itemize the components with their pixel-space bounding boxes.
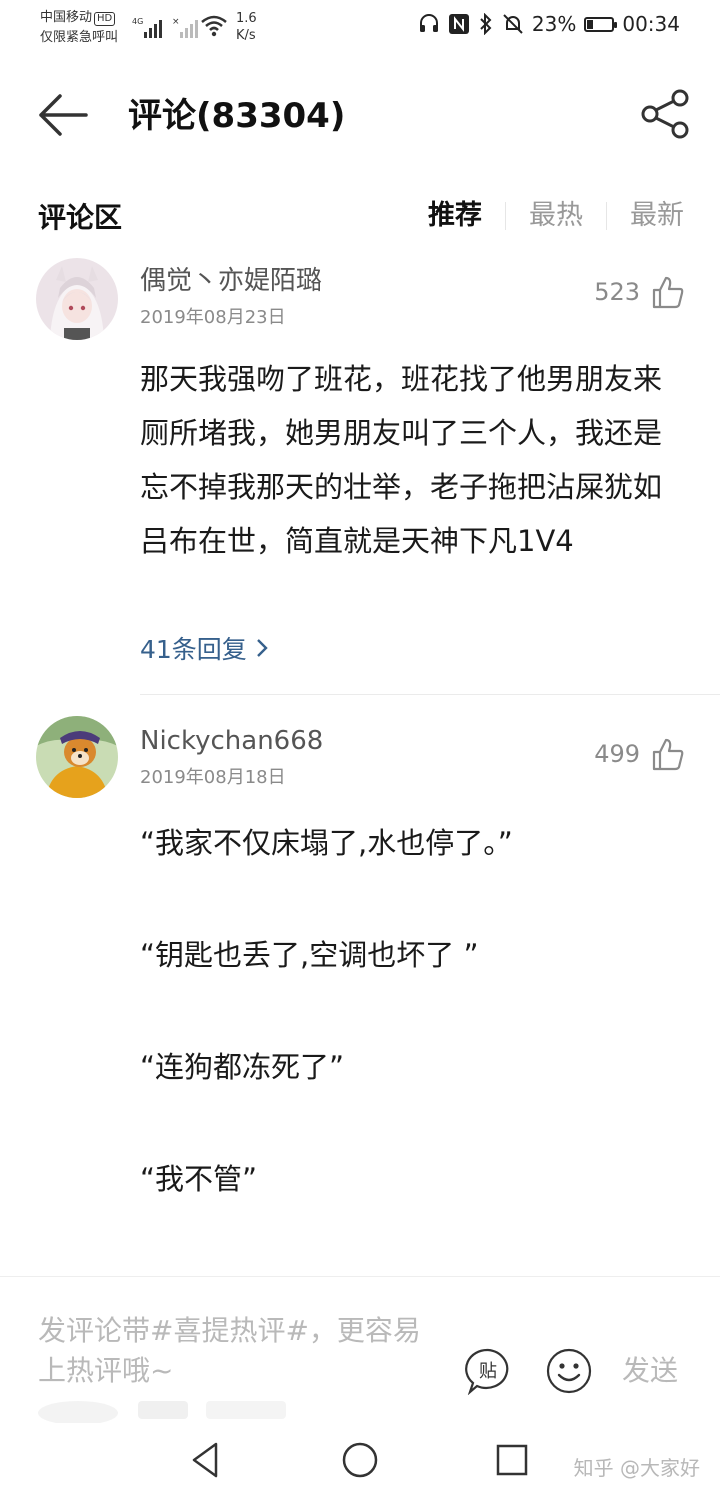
nav-back-button[interactable] (184, 1438, 228, 1482)
comment-author[interactable]: 偶觉丶亦媞陌璐 (140, 264, 322, 298)
tab-recommended[interactable]: 推荐 (428, 196, 482, 236)
bluetooth-icon (480, 13, 492, 35)
reply-count: 41条回复 (140, 635, 247, 664)
emoji-button[interactable] (545, 1347, 593, 1395)
top-app-bar: 评论(83304) (0, 70, 720, 160)
status-bar: 中国移动 HD 仅限紧急呼叫 4G × 1.6 K/s 23% 00:34 (0, 0, 720, 60)
signal-icon: 4G (132, 17, 162, 38)
nav-home-button[interactable] (338, 1438, 382, 1482)
tab-divider (505, 202, 506, 230)
headset-icon (419, 14, 438, 32)
section-title: 评论区 (38, 201, 123, 234)
sort-tabs: 推荐 最热 最新 (428, 196, 684, 236)
home-circle-icon (342, 1442, 378, 1478)
svg-text:贴: 贴 (479, 1361, 497, 1382)
comment-paragraph: “连狗都冻死了” (140, 1050, 345, 1084)
watermark: 知乎 @大家好 (573, 1456, 700, 1480)
nav-recents-button[interactable] (490, 1438, 534, 1482)
mute-bell-icon (503, 14, 523, 34)
comment-text: 那天我强吻了班花，班花找了他男朋友来厕所堵我，她男朋友叫了三个人，我还是忘不掉我… (140, 362, 663, 558)
sticker-icon: 贴 (465, 1348, 509, 1396)
net-speed: 1.6 K/s (236, 11, 257, 43)
sticker-button[interactable]: 贴 (464, 1347, 512, 1396)
like-button[interactable]: 499 (594, 736, 686, 772)
tab-divider (606, 202, 607, 230)
clock: 00:34 (622, 12, 680, 36)
comment-date: 2019年08月23日 (140, 307, 286, 328)
page-title: 评论(83304) (128, 96, 346, 136)
emoji-icon (546, 1348, 592, 1394)
system-nav-bar: 知乎 @大家好 (0, 1426, 720, 1496)
back-triangle-icon (192, 1442, 218, 1478)
comment-input-bar: 发评论带#喜提热评#，更容易上热评哦~ 贴 发送 (0, 1276, 720, 1427)
anime-avatar-image (36, 258, 118, 340)
thumbs-up-icon (652, 738, 684, 771)
back-button[interactable] (36, 90, 92, 140)
comment-section-bar: 评论区 推荐 最热 最新 (0, 188, 720, 244)
comment-divider (140, 694, 720, 695)
comment-input[interactable]: 发评论带#喜提热评#，更容易上热评哦~ (38, 1311, 438, 1391)
svg-text:×: × (172, 17, 180, 27)
carrier-info: 中国移动 HD 仅限紧急呼叫 (40, 8, 118, 48)
carrier-status: 仅限紧急呼叫 (40, 30, 119, 45)
comment-paragraph: “钥匙也丢了,空调也坏了 ” (140, 938, 479, 972)
recents-square-icon (496, 1444, 528, 1476)
svg-text:4G: 4G (132, 17, 143, 26)
back-arrow-icon (39, 94, 88, 136)
avatar[interactable] (36, 716, 118, 798)
share-button[interactable] (640, 88, 692, 140)
battery-percent: 23% (531, 12, 577, 36)
chevron-right-icon (256, 639, 268, 657)
shiba-avatar-image (36, 716, 118, 798)
comment-author[interactable]: Nickychan668 (140, 724, 323, 758)
like-button[interactable]: 523 (594, 274, 686, 310)
view-replies-link[interactable]: 41条回复 (140, 630, 269, 666)
comment-paragraph: “我家不仅床塌了,水也停了。” (140, 826, 513, 860)
battery-icon (584, 16, 618, 32)
thumbs-up-icon (652, 276, 684, 309)
wifi-icon (201, 15, 227, 37)
no-signal-icon: × (172, 17, 198, 38)
comment-date: 2019年08月18日 (140, 767, 286, 788)
like-count: 499 (594, 740, 640, 768)
hd-badge: HD (94, 12, 116, 26)
comment-paragraph: “我不管” (140, 1162, 258, 1196)
tab-hottest[interactable]: 最热 (529, 196, 583, 236)
blurred-comment-preview (38, 1401, 286, 1423)
carrier-name: 中国移动 (40, 10, 93, 25)
nfc-icon (448, 14, 469, 34)
tab-newest[interactable]: 最新 (630, 196, 684, 236)
like-count: 523 (594, 278, 640, 306)
send-button[interactable]: 发送 (622, 1349, 678, 1389)
share-icon (641, 89, 689, 139)
avatar[interactable] (36, 258, 118, 340)
